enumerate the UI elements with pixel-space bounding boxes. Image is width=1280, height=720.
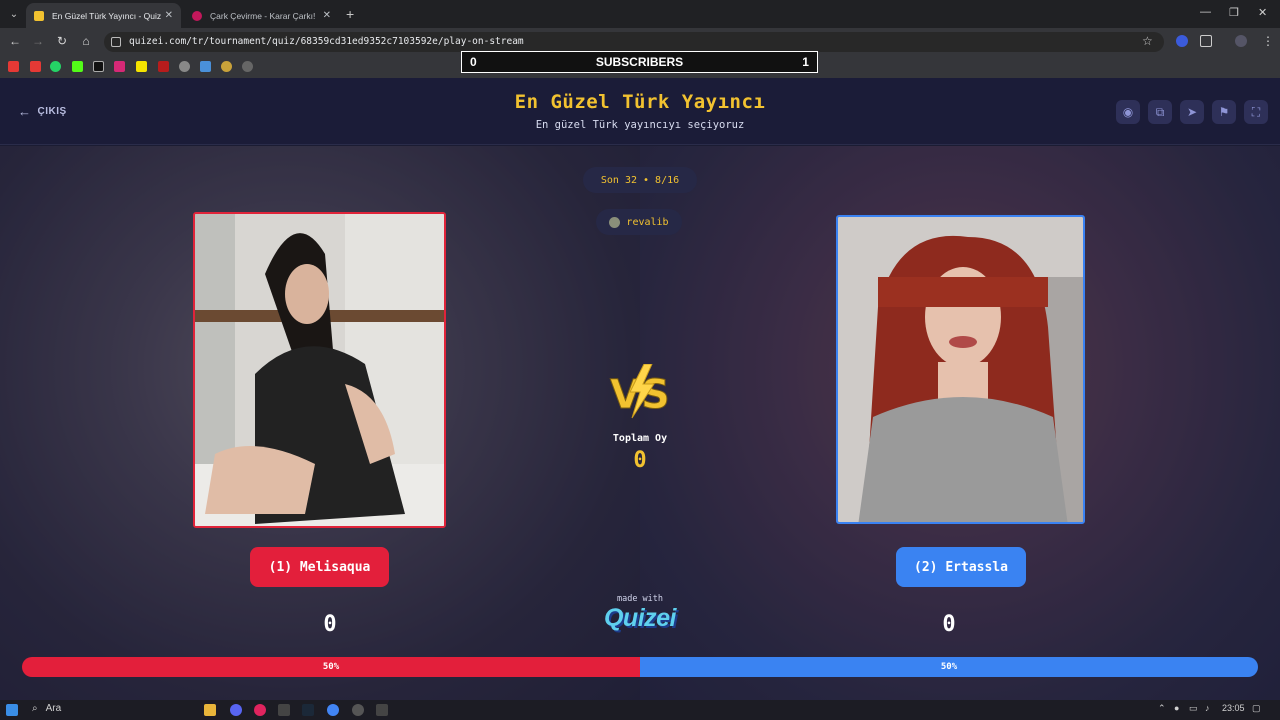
vs-lightning-icon: VS (610, 364, 670, 419)
page-subtitle: En güzel Türk yayıncıyı seçiyoruz (535, 119, 745, 131)
tab-title: Çark Çevirme - Karar Çarkı! (210, 10, 316, 21)
menu-kebab-icon[interactable]: ⋮ (1260, 34, 1276, 48)
tab-search-icon[interactable]: ⌄ (5, 5, 23, 23)
whatsapp-icon[interactable] (50, 61, 61, 72)
new-tab-icon[interactable]: + (346, 6, 354, 22)
globe-icon[interactable] (242, 61, 253, 72)
subscribers-label: SUBSCRIBERS (595, 55, 684, 69)
forward-icon[interactable]: → (30, 34, 46, 48)
vote-left-button[interactable]: (1) Melisaqua (250, 547, 389, 587)
minimize-icon[interactable]: — (1200, 6, 1211, 18)
obs-icon[interactable] (352, 704, 364, 716)
site-info-icon[interactable] (111, 37, 121, 47)
discord-icon[interactable] (230, 704, 242, 716)
analytics-icon[interactable] (200, 61, 211, 72)
subscribers-overlay: 0 SUBSCRIBERS 1 (461, 51, 818, 73)
vote-percentage-bar: 50% 50% (22, 657, 1258, 677)
app-terminal-icon[interactable] (278, 704, 290, 716)
microphone-icon[interactable]: ● (1174, 703, 1179, 713)
extension-icon[interactable] (1176, 35, 1188, 47)
network-icon[interactable]: ▭ (1189, 703, 1198, 714)
volume-icon[interactable]: ♪ (1205, 703, 1210, 713)
total-votes-label: Toplam Oy (612, 433, 668, 444)
tab-title: En Güzel Türk Yayıncı - Quizei (52, 10, 161, 21)
tab-cark[interactable]: Çark Çevirme - Karar Çarkı! ✕ (184, 3, 339, 28)
creator-avatar (609, 216, 621, 228)
file-explorer-icon[interactable] (204, 704, 216, 716)
clock-time[interactable]: 23:05 (1222, 703, 1245, 713)
kick-icon[interactable] (72, 61, 83, 72)
right-score: 0 (942, 612, 956, 637)
tab-quizei[interactable]: En Güzel Türk Yayıncı - Quizei ✕ (26, 3, 181, 28)
copy-icon[interactable]: ⧉ (1148, 100, 1172, 124)
bookmark-star-icon[interactable]: ☆ (1142, 34, 1153, 48)
search-icon: ⌕ (32, 703, 38, 714)
home-icon[interactable]: ⌂ (78, 34, 94, 48)
youtube-icon[interactable] (8, 61, 19, 72)
youtube-music-icon[interactable] (30, 61, 41, 72)
made-with-label: made with (616, 594, 664, 604)
contestant-right-image (838, 217, 1083, 522)
profile-avatar-icon[interactable] (1235, 35, 1247, 47)
steam-icon[interactable] (302, 704, 314, 716)
close-tab-icon[interactable]: ✕ (323, 10, 331, 21)
back-icon[interactable]: ← (7, 34, 23, 48)
creator-name: revalib (626, 216, 669, 228)
taskbar-search[interactable]: ⌕ Ara (32, 703, 61, 714)
restore-icon[interactable]: ❐ (1229, 6, 1239, 19)
quizei-logo[interactable]: Quizei (590, 604, 690, 633)
flag-icon[interactable]: ⚑ (1212, 100, 1236, 124)
round-label: Son 32 • 8/16 (600, 174, 680, 186)
bookmark-gold-icon[interactable] (221, 61, 232, 72)
extensions-puzzle-icon[interactable] (1200, 35, 1212, 47)
url-text: quizei.com/tr/tournament/quiz/68359cd31e… (129, 36, 524, 47)
close-tab-icon[interactable]: ✕ (165, 10, 173, 21)
cark-favicon-icon (192, 10, 202, 21)
instagram-icon[interactable] (114, 61, 125, 72)
app-red-icon[interactable] (254, 704, 266, 716)
fullscreen-icon[interactable]: ⛶ (1244, 100, 1268, 124)
contestant-left-image (195, 214, 444, 526)
right-percent-bar: 50% (640, 657, 1258, 677)
windows-taskbar (0, 700, 1280, 720)
vote-right-button[interactable]: (2) Ertassla (896, 547, 1026, 587)
left-score: 0 (323, 612, 337, 637)
close-window-icon[interactable]: ✕ (1258, 6, 1267, 19)
subscribers-left-count: 0 (470, 55, 477, 69)
chrome-icon[interactable] (327, 704, 339, 716)
openai-icon[interactable] (179, 61, 190, 72)
round-badge: Son 32 • 8/16 (583, 167, 697, 193)
tray-chevron-icon[interactable]: ⌃ (1158, 703, 1166, 714)
page-title: En Güzel Türk Yayıncı (514, 91, 766, 113)
total-votes-value: 0 (633, 448, 647, 473)
quizei-favicon-icon (34, 10, 44, 21)
left-percent-bar: 50% (22, 657, 640, 677)
contestant-left-card[interactable] (193, 212, 446, 528)
app-terminal-2-icon[interactable] (376, 704, 388, 716)
subscribers-right-count: 1 (802, 55, 809, 69)
notifications-icon[interactable]: ▢ (1252, 703, 1261, 714)
contestant-right-card[interactable] (836, 215, 1085, 524)
eye-icon[interactable]: ◉ (1116, 100, 1140, 124)
send-icon[interactable]: ➤ (1180, 100, 1204, 124)
s-app-icon[interactable] (136, 61, 147, 72)
reload-icon[interactable]: ↻ (54, 34, 70, 48)
bookmark-red-icon[interactable] (158, 61, 169, 72)
windows-start-icon[interactable] (6, 704, 18, 716)
search-label: Ara (45, 703, 62, 714)
creator-badge[interactable]: revalib (596, 209, 682, 235)
x-icon[interactable] (93, 61, 104, 72)
